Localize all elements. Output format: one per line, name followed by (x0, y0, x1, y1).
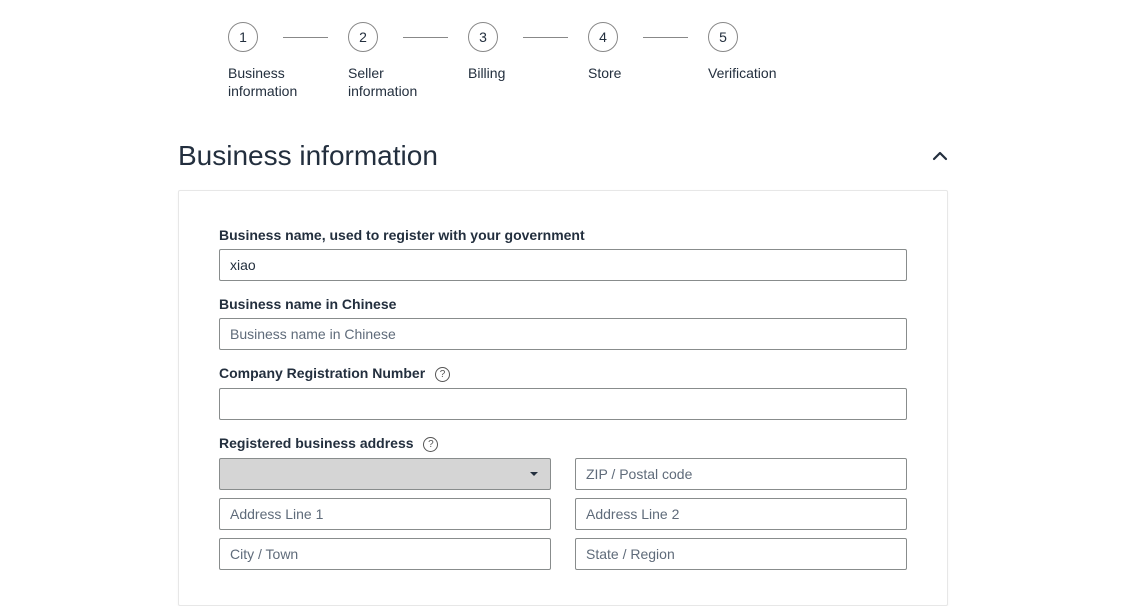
section-header: Business information (178, 140, 948, 172)
step-connector (643, 37, 688, 38)
crn-label-text: Company Registration Number (219, 365, 425, 381)
business-name-label: Business name, used to register with you… (219, 227, 907, 243)
step-connector (283, 37, 328, 38)
step-store: 4 Store (588, 22, 708, 82)
address-label-text: Registered business address (219, 435, 414, 451)
address-group: Registered business address ? (219, 435, 907, 570)
step-label: Business information (228, 64, 297, 100)
step-circle: 5 (708, 22, 738, 52)
city-input[interactable] (219, 538, 551, 570)
crn-input[interactable] (219, 388, 907, 420)
form-card: Business name, used to register with you… (178, 190, 948, 606)
step-connector (523, 37, 568, 38)
step-business-information: 1 Business information (228, 22, 348, 100)
step-label: Store (588, 64, 621, 82)
business-name-cn-input[interactable] (219, 318, 907, 350)
step-circle: 3 (468, 22, 498, 52)
step-verification: 5 Verification (708, 22, 828, 82)
stepper: 1 Business information 2 Seller informat… (228, 22, 948, 100)
business-name-cn-group: Business name in Chinese (219, 296, 907, 350)
business-name-input[interactable] (219, 249, 907, 281)
zip-input[interactable] (575, 458, 907, 490)
step-seller-information: 2 Seller information (348, 22, 468, 100)
crn-label: Company Registration Number ? (219, 365, 907, 382)
step-circle: 2 (348, 22, 378, 52)
business-name-cn-label: Business name in Chinese (219, 296, 907, 312)
section-title: Business information (178, 140, 438, 172)
address-label: Registered business address ? (219, 435, 907, 452)
country-select[interactable] (219, 458, 551, 490)
crn-group: Company Registration Number ? (219, 365, 907, 420)
step-label: Seller information (348, 64, 417, 100)
address-grid (219, 458, 907, 570)
step-circle: 1 (228, 22, 258, 52)
help-icon[interactable]: ? (423, 437, 438, 452)
step-connector (403, 37, 448, 38)
business-name-group: Business name, used to register with you… (219, 227, 907, 281)
help-icon[interactable]: ? (435, 367, 450, 382)
chevron-up-icon[interactable] (932, 148, 948, 164)
step-circle: 4 (588, 22, 618, 52)
step-label: Verification (708, 64, 776, 82)
address-line-1-input[interactable] (219, 498, 551, 530)
state-input[interactable] (575, 538, 907, 570)
step-billing: 3 Billing (468, 22, 588, 82)
step-label: Billing (468, 64, 505, 82)
address-line-2-input[interactable] (575, 498, 907, 530)
